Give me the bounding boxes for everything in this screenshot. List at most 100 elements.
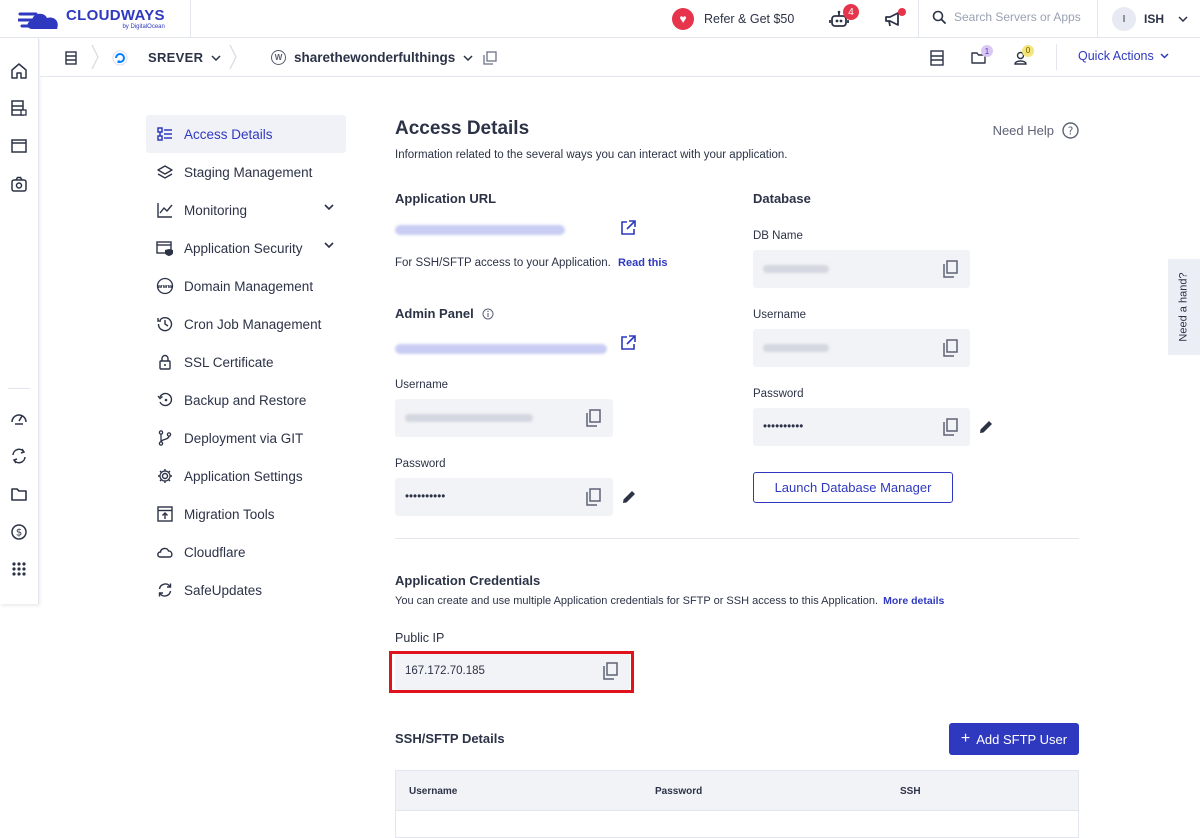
copy-icon[interactable] — [942, 418, 958, 436]
cloud-logo-icon — [18, 12, 58, 29]
projects-button[interactable]: 1 — [971, 38, 993, 77]
admin-panel-link[interactable] — [395, 344, 607, 354]
menu-label: Staging Management — [184, 164, 313, 180]
menu-label: Cloudflare — [184, 544, 246, 560]
need-help-link[interactable]: Need Help ? — [993, 122, 1079, 139]
billing-icon: $ — [11, 524, 27, 540]
rail-transfer[interactable] — [9, 446, 29, 466]
quick-actions-button[interactable]: Quick Actions — [1078, 49, 1169, 63]
menu-item-cloudflare[interactable]: Cloudflare — [146, 533, 346, 571]
rail-projects[interactable] — [9, 484, 29, 504]
menu-item-safeupdates[interactable]: SafeUpdates — [146, 571, 346, 609]
rail-billing[interactable]: $ — [9, 522, 29, 542]
rail-support[interactable] — [9, 408, 29, 428]
db-name-label: DB Name — [753, 230, 803, 242]
add-sftp-user-label: Add SFTP User — [976, 731, 1068, 747]
add-sftp-user-button[interactable]: + Add SFTP User — [949, 723, 1079, 755]
plus-icon: + — [960, 730, 971, 747]
menu-item-security[interactable]: Application Security — [146, 229, 346, 267]
app-management-menu: Access Details Staging Management Monito… — [146, 115, 346, 609]
svg-text:?: ? — [1068, 126, 1074, 138]
admin-username-value — [405, 414, 533, 422]
db-password-field[interactable]: •••••••••• — [753, 408, 970, 446]
read-this-link[interactable]: Read this — [618, 257, 668, 269]
db-name-field[interactable] — [753, 250, 970, 288]
menu-item-settings[interactable]: Application Settings — [146, 457, 346, 495]
icon-rail: $ — [0, 38, 39, 604]
gauge-icon — [11, 414, 27, 425]
user-name: ISH — [1144, 12, 1165, 26]
top-bar: CLOUDWAYS by DigitalOcean ♥ Refer & Get … — [0, 0, 1200, 38]
refer-button[interactable]: ♥ Refer & Get $50 — [672, 8, 794, 30]
admin-password-label: Password — [395, 458, 446, 470]
cloudways-logo[interactable]: CLOUDWAYS by DigitalOcean — [18, 5, 165, 33]
notification-dot — [898, 8, 906, 16]
menu-label: Application Settings — [184, 468, 303, 484]
menu-item-cron[interactable]: Cron Job Management — [146, 305, 346, 343]
db-name-value — [763, 265, 829, 273]
menu-item-migration[interactable]: Migration Tools — [146, 495, 346, 533]
menu-item-git[interactable]: Deployment via GIT — [146, 419, 346, 457]
need-help-label: Need Help — [992, 123, 1054, 138]
menu-label: Migration Tools — [184, 506, 275, 522]
database-title: Database — [753, 191, 811, 206]
table-header: Username Password SSH — [396, 771, 1078, 811]
person-badge: 0 — [1022, 44, 1034, 57]
external-link-icon[interactable] — [620, 335, 636, 351]
server-label: SREVER — [148, 50, 204, 65]
git-icon — [156, 429, 174, 447]
announcements-button[interactable] — [882, 8, 906, 29]
admin-username-field[interactable] — [395, 399, 613, 437]
bot-button[interactable]: 4 — [828, 4, 859, 29]
restore-icon — [156, 391, 174, 409]
menu-item-staging[interactable]: Staging Management — [146, 153, 346, 191]
column-password: Password — [655, 786, 703, 797]
db-username-field[interactable] — [753, 329, 970, 367]
rail-apps-grid[interactable] — [9, 559, 29, 579]
svg-text:www: www — [157, 284, 172, 290]
external-link-icon[interactable] — [620, 220, 636, 236]
server-list-button[interactable] — [65, 38, 77, 77]
app-selector[interactable]: W sharethewonderfulthings — [271, 38, 497, 77]
menu-item-domain[interactable]: www Domain Management — [146, 267, 346, 305]
edit-pencil-icon[interactable] — [621, 489, 637, 505]
server-selector[interactable]: SREVER — [112, 38, 221, 77]
copy-icon[interactable] — [585, 488, 601, 506]
need-a-hand-tab[interactable]: Need a hand? — [1168, 259, 1200, 355]
user-menu[interactable]: I ISH — [1112, 7, 1188, 31]
rail-applications[interactable] — [9, 136, 29, 156]
rail-home[interactable] — [9, 61, 29, 81]
menu-item-access-details[interactable]: Access Details — [146, 115, 346, 153]
credentials-description-text: You can create and use multiple Applicat… — [395, 595, 879, 607]
refer-label: Refer & Get $50 — [704, 12, 795, 26]
rail-servers[interactable] — [9, 98, 29, 118]
chevron-down-icon — [463, 54, 473, 61]
svg-text:$: $ — [16, 528, 22, 539]
brand-name: CLOUDWAYS — [66, 7, 165, 24]
admin-password-field[interactable]: •••••••••• — [395, 478, 613, 516]
need-a-hand-label: Need a hand? — [1178, 272, 1190, 342]
search-box[interactable]: Search Servers or Apps — [932, 10, 1081, 24]
team-button[interactable]: 0 — [1014, 38, 1034, 77]
menu-label: SafeUpdates — [184, 582, 263, 598]
copy-icon[interactable] — [942, 260, 958, 278]
copy-icon[interactable] — [585, 409, 601, 427]
more-details-link[interactable]: More details — [883, 595, 944, 607]
application-url-link[interactable] — [395, 225, 565, 235]
menu-item-backup[interactable]: Backup and Restore — [146, 381, 346, 419]
copy-icon[interactable] — [942, 339, 958, 357]
rail-addons[interactable] — [9, 174, 29, 194]
chevron-down-icon — [1178, 16, 1188, 22]
launch-database-manager-button[interactable]: Launch Database Manager — [753, 472, 953, 503]
server-details-button[interactable] — [930, 38, 944, 77]
open-new-icon[interactable] — [483, 50, 497, 65]
info-icon[interactable] — [482, 308, 494, 320]
application-url-title: Application URL — [395, 191, 497, 206]
search-icon — [932, 10, 946, 24]
history-icon — [156, 315, 174, 333]
menu-item-ssl[interactable]: SSL Certificate — [146, 343, 346, 381]
servers-icon — [11, 100, 27, 116]
menu-item-monitoring[interactable]: Monitoring — [146, 191, 346, 229]
ssh-note: For SSH/SFTP access to your Application.… — [395, 257, 668, 269]
edit-pencil-icon[interactable] — [978, 419, 994, 435]
